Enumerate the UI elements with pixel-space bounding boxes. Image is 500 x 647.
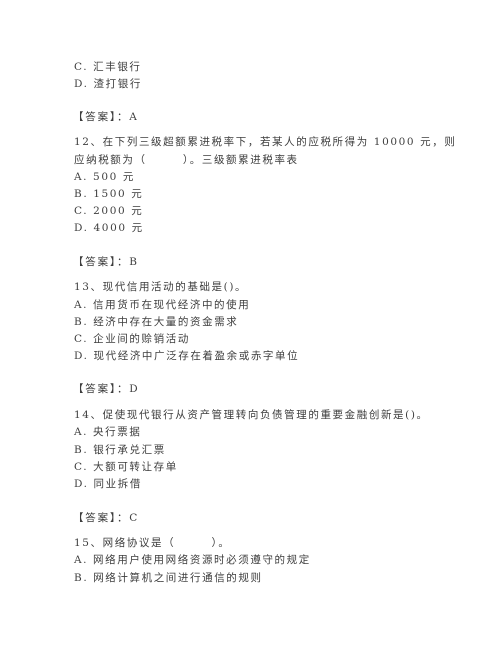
q11-option-d: D. 渣打银行 <box>74 78 142 90</box>
q12-stem-line-2: 应纳税额为（ ）。三级额累进税率表 <box>74 154 299 166</box>
q14-option-c: C. 大额可转让存单 <box>74 461 178 473</box>
q14-option-d: D. 同业拆借 <box>74 478 142 490</box>
q11-option-c: C. 汇丰银行 <box>74 61 142 73</box>
q11-answer: 【答案】：A <box>73 111 139 123</box>
q12-option-a: A. 500 元 <box>74 171 135 183</box>
q12-option-b: B. 1500 元 <box>74 188 144 200</box>
q15-stem: 15、网络协议是（ ）。 <box>74 537 231 549</box>
q12-stem-line-1: 12、在下列三级超额累进税率下，若某人的应税所得为 10000 元，则 <box>74 136 457 148</box>
q12-answer: 【答案】：B <box>73 256 139 268</box>
document-page: C. 汇丰银行 D. 渣打银行 【答案】：A 12、在下列三级超额累进税率下，若… <box>0 0 500 647</box>
q12-option-c: C. 2000 元 <box>74 205 144 217</box>
q13-option-b: B. 经济中存在大量的资金需求 <box>74 316 239 328</box>
q15-option-a: A. 网络用户使用网络资源时必须遵守的规定 <box>74 554 311 566</box>
q12-option-d: D. 4000 元 <box>74 222 144 234</box>
q13-stem: 13、现代信用活动的基础是()。 <box>74 281 248 293</box>
q15-option-b: B. 网络计算机之间进行通信的规则 <box>74 572 263 584</box>
q14-answer: 【答案】：C <box>73 512 140 524</box>
q14-stem: 14、促使现代银行从资产管理转向负债管理的重要金融创新是()。 <box>74 409 429 421</box>
q13-option-c: C. 企业间的赊销活动 <box>74 333 190 345</box>
q13-answer: 【答案】：D <box>73 383 140 395</box>
q14-option-a: A. 央行票据 <box>74 426 142 438</box>
q13-option-a: A. 信用货币在现代经济中的使用 <box>74 299 251 311</box>
q14-option-b: B. 银行承兑汇票 <box>74 444 166 456</box>
q13-option-d: D. 现代经济中广泛存在着盈余或赤字单位 <box>74 350 300 362</box>
